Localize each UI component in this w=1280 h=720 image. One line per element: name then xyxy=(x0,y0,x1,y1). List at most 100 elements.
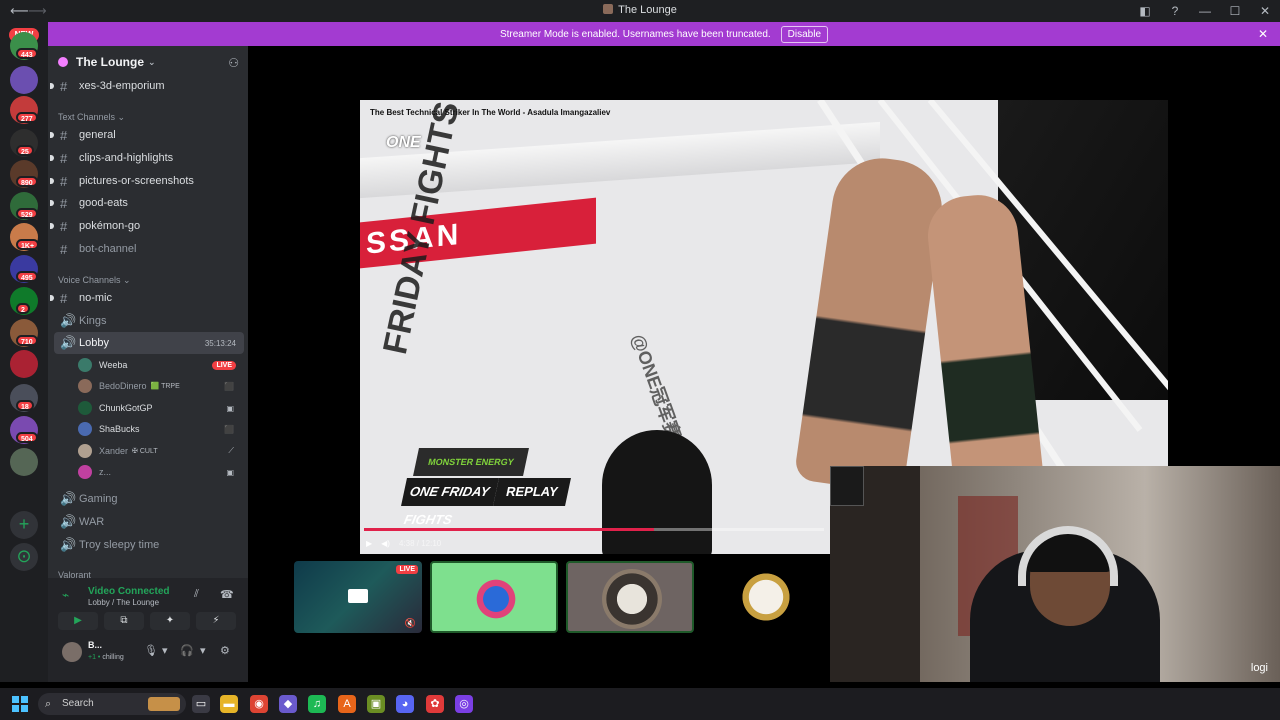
audio-options-chevron-icon[interactable]: ▾ xyxy=(200,644,206,657)
voice-user[interactable]: z... ▣ xyxy=(78,462,240,482)
volume-icon[interactable]: ◀) xyxy=(381,539,390,548)
discord-icon[interactable]: ◕ xyxy=(396,695,414,713)
headphones-icon[interactable]: 🎧 xyxy=(180,644,194,657)
channel-label: general xyxy=(79,129,116,141)
voice-channel-war[interactable]: 🔊 WAR xyxy=(54,511,244,533)
explore-servers-button[interactable]: ⊙ xyxy=(10,543,38,571)
category-voice-channels[interactable]: Voice Channels ⌄ xyxy=(58,275,131,286)
voice-user-name: BedoDinero xyxy=(99,381,147,391)
voice-user-name: z... xyxy=(99,467,112,477)
settings-gear-icon[interactable]: ⚙ xyxy=(220,644,230,657)
channel-no-mic[interactable]: # no-mic xyxy=(50,287,244,309)
hash-icon: # xyxy=(60,241,68,257)
server-icon[interactable] xyxy=(10,66,38,94)
user-tag: ✠ CULT xyxy=(132,448,158,455)
participant-tile[interactable] xyxy=(566,561,694,633)
voice-user[interactable]: Xander ✠ CULT ⟋ xyxy=(78,441,240,461)
activities-button[interactable]: ✦ xyxy=(150,612,190,630)
voice-user-name: ChunkGotGP xyxy=(99,403,153,413)
speaker-icon: 🔊 xyxy=(60,514,77,529)
channel-xes-3d-emporium[interactable]: # xes-3d-emporium xyxy=(50,75,244,97)
speaker-icon: 🔊 xyxy=(60,313,77,328)
participant-tile[interactable] xyxy=(702,561,830,633)
voice-user[interactable]: Weeba LIVE xyxy=(78,355,240,375)
voice-user[interactable]: ShaBucks ⬛ xyxy=(78,419,240,439)
avatar[interactable] xyxy=(62,642,82,662)
voice-status-title[interactable]: Video Connected xyxy=(88,586,170,597)
channel-general[interactable]: # general xyxy=(50,124,244,146)
hash-icon: # xyxy=(60,195,68,211)
banner-close-icon[interactable]: ✕ xyxy=(1258,27,1268,41)
hash-icon: # xyxy=(60,173,68,189)
guild-icon xyxy=(58,57,68,67)
voice-channel-troy-sleepy-time[interactable]: 🔊 Troy sleepy time xyxy=(54,534,244,556)
taskbar-search[interactable]: ⌕ Search xyxy=(38,693,186,715)
stream-status-icon: ⟋ xyxy=(228,446,234,455)
invite-people-icon[interactable]: ⚇ xyxy=(228,56,239,70)
help-icon[interactable]: ? xyxy=(1160,4,1190,18)
noise-suppression-icon[interactable]: ⫽ xyxy=(194,588,199,601)
app-a-icon[interactable]: A xyxy=(338,695,356,713)
user-status: +1 • chilling xyxy=(88,654,124,661)
play-icon[interactable]: ▶ xyxy=(366,539,372,548)
server-icon[interactable] xyxy=(10,350,38,378)
participant-tile[interactable]: LIVE 🔇 xyxy=(294,561,422,633)
disable-button[interactable]: Disable xyxy=(780,25,829,43)
guild-header[interactable]: The Lounge ⌄ ⚇ xyxy=(48,46,248,78)
add-server-button[interactable]: + xyxy=(10,511,38,539)
chrome-icon[interactable]: ◉ xyxy=(250,695,268,713)
voice-channel-kings[interactable]: 🔊 Kings xyxy=(54,310,244,332)
mic-options-chevron-icon[interactable]: ▾ xyxy=(162,644,168,657)
camera-button[interactable]: ▶ xyxy=(58,612,98,630)
video-progress-bar[interactable] xyxy=(364,528,824,531)
soundboard-button[interactable]: ⚡ xyxy=(196,612,236,630)
voice-channel-lobby[interactable]: 🔊 Lobby 35:13:24 xyxy=(54,332,244,354)
participant-tile[interactable] xyxy=(430,561,558,633)
folder-icon[interactable]: ▬ xyxy=(220,695,238,713)
voice-user[interactable]: ChunkGotGP ▣ xyxy=(78,398,240,418)
category-label: Valorant xyxy=(58,570,91,580)
minimize-button[interactable]: — xyxy=(1190,4,1220,18)
user-panel: B... +1 • chilling 🎙 ▾ 🎧 ▾ ⚙ xyxy=(48,634,248,682)
app-b-icon[interactable]: ▣ xyxy=(367,695,385,713)
server-icon[interactable] xyxy=(10,448,38,476)
category-label: Voice Channels xyxy=(58,275,121,285)
username[interactable]: B... xyxy=(88,640,102,650)
spotify-icon[interactable]: ♫ xyxy=(308,695,326,713)
voice-status-channel[interactable]: Lobby / The Lounge xyxy=(88,598,159,607)
category-valorant[interactable]: Valorant xyxy=(58,570,91,580)
channel-label: bot-channel xyxy=(79,243,137,255)
banner-text: Streamer Mode is enabled. Usernames have… xyxy=(499,28,771,40)
voice-channel-gaming[interactable]: 🔊 Gaming xyxy=(54,488,244,510)
microphone-icon[interactable]: 🎙 xyxy=(144,644,158,657)
event-logo: ONE FRIDAY FIGHTS xyxy=(401,478,499,527)
window-title: The Lounge xyxy=(618,4,677,16)
speaker-icon: 🔊 xyxy=(60,335,77,350)
voice-user[interactable]: BedoDinero 🟩 TRPE ⬛ xyxy=(78,376,240,396)
channel-pokémon-go[interactable]: # pokémon-go xyxy=(50,215,244,237)
avatar xyxy=(78,358,92,372)
windows-start-icon[interactable] xyxy=(12,696,28,712)
unread-indicator xyxy=(50,223,54,229)
channel-clips-and-highlights[interactable]: # clips-and-highlights xyxy=(50,147,244,169)
avatar xyxy=(78,465,92,479)
app-c-icon[interactable]: ✿ xyxy=(426,695,444,713)
signal-icon[interactable]: ⌁ xyxy=(62,588,69,602)
disconnect-icon[interactable]: ☎ xyxy=(220,588,234,601)
unread-indicator xyxy=(50,295,54,301)
share-screen-button[interactable]: ⧉ xyxy=(104,612,144,630)
inbox-icon[interactable]: ◧ xyxy=(1130,4,1160,18)
channel-good-eats[interactable]: # good-eats xyxy=(50,192,244,214)
category-text-channels[interactable]: Text Channels ⌄ xyxy=(58,112,125,123)
close-button[interactable]: ✕ xyxy=(1250,4,1280,18)
voice-user-name: Xander xyxy=(99,446,129,456)
file-explorer-icon[interactable]: ▭ xyxy=(192,695,210,713)
channel-pictures-or-screenshots[interactable]: # pictures-or-screenshots xyxy=(50,170,244,192)
webcam-feed[interactable]: logi xyxy=(830,466,1280,682)
copilot-icon[interactable]: ◆ xyxy=(279,695,297,713)
hash-icon: # xyxy=(60,127,68,143)
channel-bot-channel[interactable]: # bot-channel xyxy=(54,238,244,260)
maximize-button[interactable]: ☐ xyxy=(1220,4,1250,18)
app-d-icon[interactable]: ◎ xyxy=(455,695,473,713)
camera-watermark: logi xyxy=(1250,662,1268,674)
